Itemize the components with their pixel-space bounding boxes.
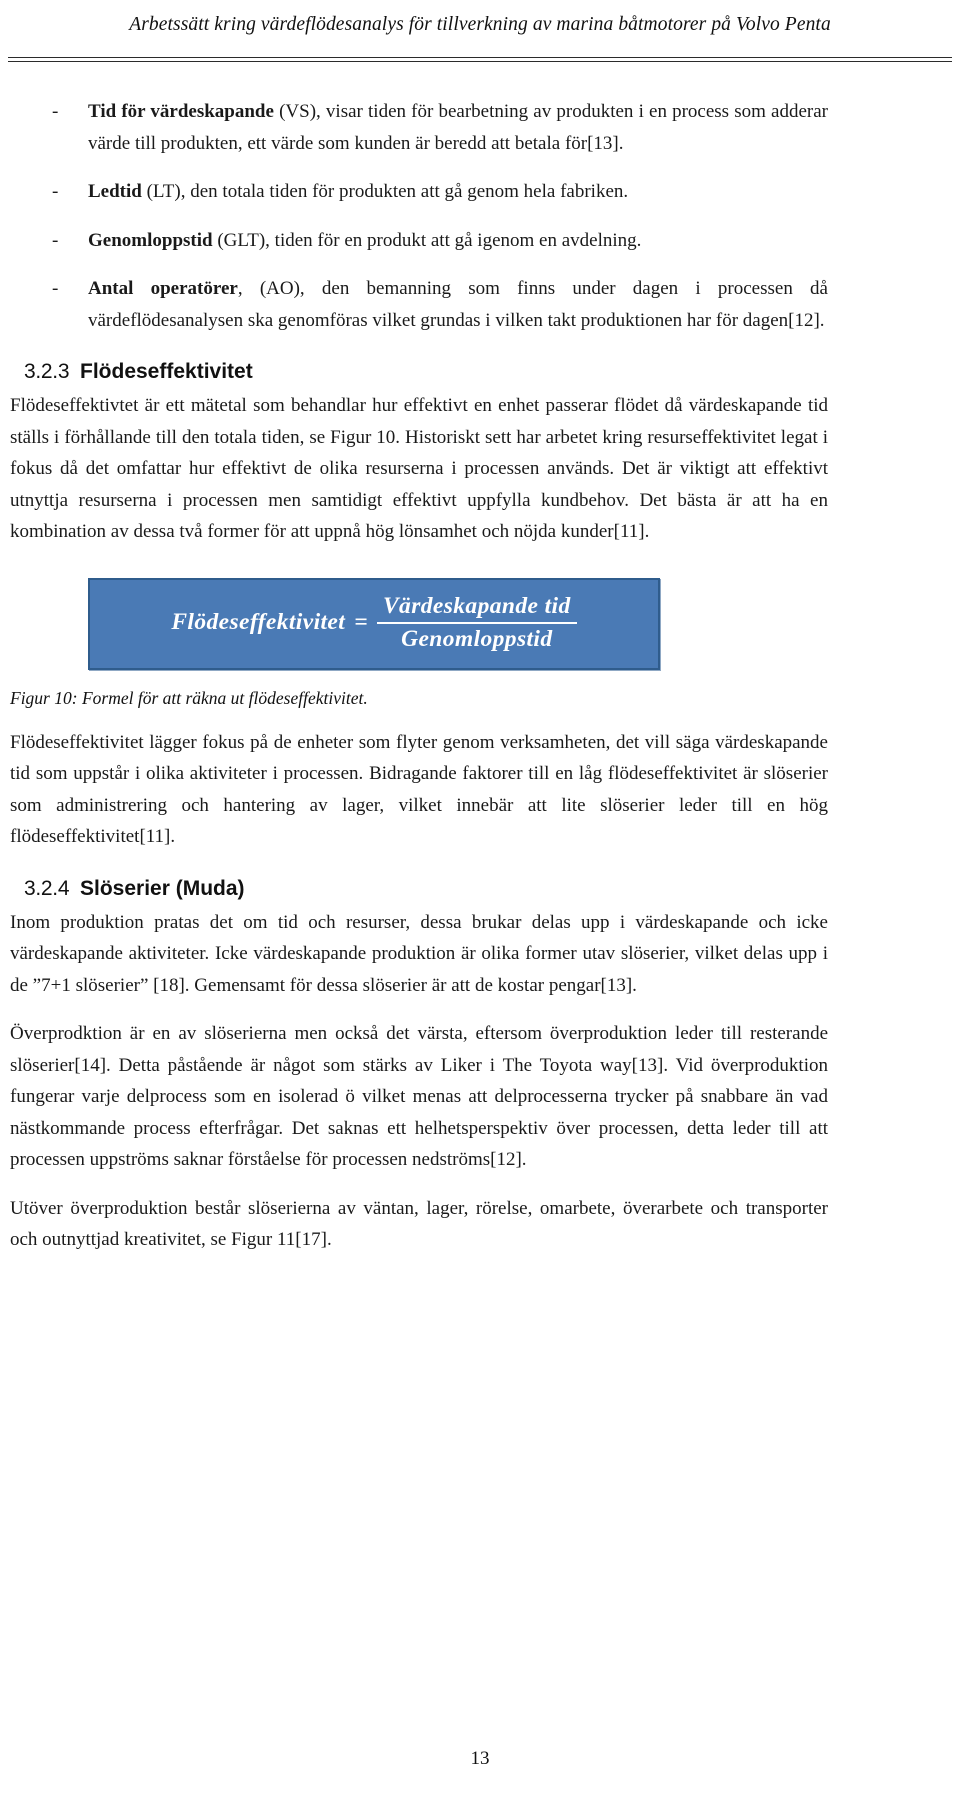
page-content: - Tid för värdeskapande (VS), visar tiden… — [10, 96, 828, 1256]
figure-10-formula: Flödeseffektivitet = Värdeskapande tid G… — [10, 577, 828, 670]
definition-bullet-list: - Tid för värdeskapande (VS), visar tiden… — [10, 96, 828, 336]
term-label: Genomloppstid — [88, 229, 213, 251]
dash-bullet-marker: - — [52, 101, 59, 122]
formula-expression: Flödeseffektivitet = Värdeskapande tid G… — [171, 592, 577, 652]
equals-sign: = — [354, 609, 368, 635]
heading-title: Slöserier (Muda) — [80, 876, 245, 900]
dash-bullet-marker: - — [52, 229, 59, 251]
heading-3-2-4: 3.2.4 Slöserier (Muda) — [10, 875, 828, 903]
heading-title: Flödeseffektivitet — [80, 360, 253, 383]
heading-number: 3.2.3 — [24, 360, 70, 383]
heading-3-2-3: 3.2.3 Flödeseffektivitet — [10, 358, 828, 386]
term-label: Antal operatörer — [88, 278, 238, 299]
paragraph-after-figure: Flödeseffektivitet lägger fokus på de en… — [10, 731, 828, 848]
heading-number: 3.2.4 — [24, 876, 70, 900]
list-item: - Tid för värdeskapande (VS), visar tiden… — [10, 96, 828, 159]
paragraph-flodeseffektivitet: Flödeseffektivtet är ett mätetal som beh… — [10, 395, 828, 542]
dash-bullet-marker: - — [52, 181, 59, 202]
fraction-denominator: Genomloppstid — [401, 625, 553, 652]
figure-10-caption: Figur 10: Formel för att räkna ut flödes… — [10, 687, 368, 708]
list-item: - Antal operatörer, (AO), den bemanning s… — [10, 273, 828, 336]
term-label: Ledtid — [88, 181, 142, 202]
header-divider-rule — [8, 57, 952, 62]
term-description: (GLT), tiden för en produkt att gå igeno… — [212, 229, 642, 251]
paragraph-sloserier-intro: Inom produktion pratas det om tid och re… — [10, 911, 828, 996]
document-page: Arbetssätt kring värdeflödesanalys för t… — [0, 0, 960, 1811]
formula-left-hand-side: Flödeseffektivitet — [171, 609, 346, 635]
list-item: - Genomloppstid (GLT), tiden för en produ… — [10, 225, 828, 257]
paragraph-sloserier-list: Utöver överproduktion består slöserierna… — [10, 1197, 828, 1251]
term-label: Tid för värdeskapande — [88, 101, 274, 122]
dash-bullet-marker: - — [52, 278, 59, 299]
fraction-numerator: Värdeskapande tid — [382, 592, 571, 619]
formula-box: Flödeseffektivitet = Värdeskapande tid G… — [88, 577, 660, 670]
term-description: (LT), den totala tiden för produkten att… — [141, 181, 629, 202]
page-number: 13 — [470, 1748, 490, 1769]
list-item: - Ledtid (LT), den totala tiden för produ… — [10, 176, 828, 208]
fraction: Värdeskapande tid Genomloppstid — [376, 592, 577, 652]
running-header-title: Arbetssätt kring värdeflödesanalys för t… — [129, 14, 831, 35]
paragraph-overproduktion: Överprodktion är en av slöserierna men o… — [10, 1023, 828, 1170]
